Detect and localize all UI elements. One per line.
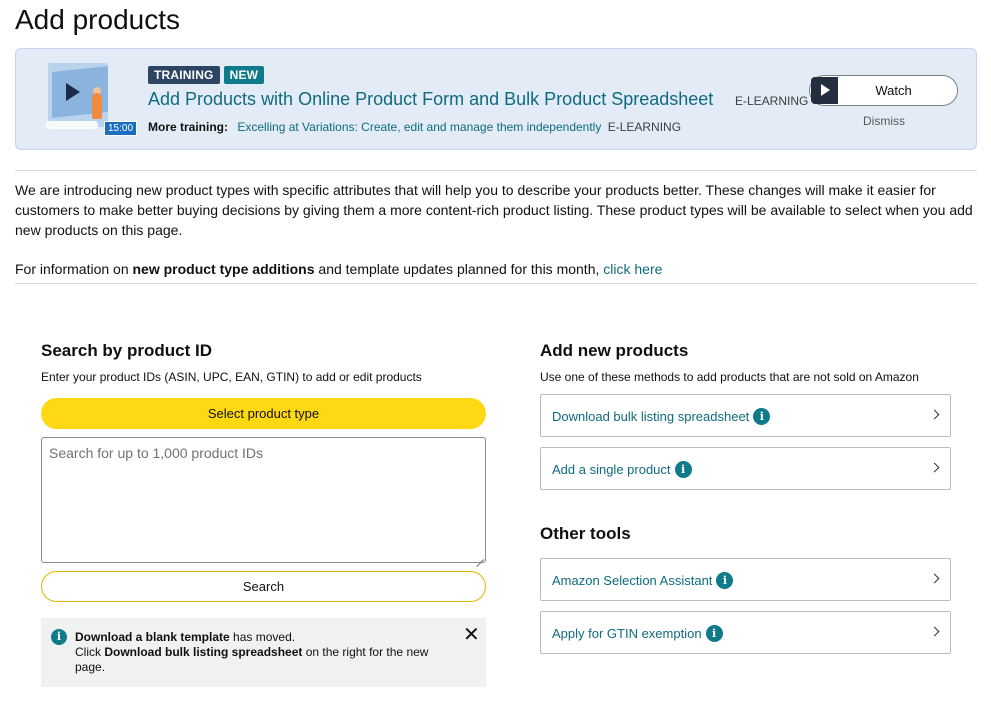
training-badge: TRAINING — [148, 66, 220, 84]
select-product-type-button[interactable]: Select product type — [41, 398, 486, 429]
download-bulk-spreadsheet-row[interactable]: Download bulk listing spreadsheet i — [540, 394, 951, 437]
info-icon: i — [51, 629, 67, 645]
other-tools-title: Other tools — [540, 524, 631, 543]
add-section-subtitle: Use one of these methods to add products… — [540, 370, 919, 384]
add-single-product-label: Add a single product — [552, 462, 671, 477]
more-training-tag: E-LEARNING — [607, 120, 682, 134]
divider — [15, 170, 977, 171]
search-section-subtitle: Enter your product IDs (ASIN, UPC, EAN, … — [41, 370, 422, 384]
search-button[interactable]: Search — [41, 571, 486, 602]
chevron-right-icon — [929, 626, 940, 637]
chevron-right-icon — [929, 573, 940, 584]
product-types-info: We are introducing new product types wit… — [15, 182, 973, 238]
watch-button[interactable]: Watch — [809, 75, 958, 106]
gtin-exemption-label: Apply for GTIN exemption — [552, 626, 702, 641]
more-training-link[interactable]: Excelling at Variations: Create, edit an… — [237, 120, 601, 134]
add-single-product-row[interactable]: Add a single product i — [540, 447, 951, 490]
info-icon[interactable]: i — [716, 572, 734, 589]
info-icon[interactable]: i — [705, 625, 723, 642]
click-here-link[interactable]: click here — [603, 261, 662, 277]
gtin-exemption-row[interactable]: Apply for GTIN exemption i — [540, 611, 951, 654]
new-badge: NEW — [223, 66, 265, 84]
training-type-tag: E-LEARNING — [735, 94, 809, 108]
video-duration: 15:00 — [104, 121, 138, 136]
add-section-title: Add new products — [540, 341, 689, 360]
training-title-link[interactable]: Add Products with Online Product Form an… — [148, 89, 713, 110]
badge-group: TRAINING NEW — [148, 66, 265, 84]
close-icon[interactable]: ✕ — [463, 625, 480, 645]
amazon-selection-assistant-row[interactable]: Amazon Selection Assistant i — [540, 558, 951, 601]
template-moved-notice: i Download a blank template has moved. C… — [41, 618, 486, 687]
presenter-illustration — [92, 93, 102, 119]
training-video-thumbnail[interactable]: 15:00 — [44, 59, 138, 137]
training-banner: 15:00 TRAINING NEW Add Products with Onl… — [15, 48, 977, 150]
play-icon — [811, 77, 838, 104]
notice-text: Download a blank template has moved. Cli… — [75, 630, 429, 674]
search-section-title: Search by product ID — [41, 341, 212, 360]
more-training-label: More training: — [148, 120, 228, 134]
chevron-right-icon — [929, 462, 940, 473]
product-type-updates-line: For information on new product type addi… — [15, 261, 663, 277]
page-title: Add products — [15, 4, 180, 35]
info-icon[interactable]: i — [674, 461, 692, 478]
resize-handle-icon[interactable] — [476, 552, 484, 560]
more-training-row: More training: Excelling at Variations: … — [148, 120, 681, 134]
play-icon — [66, 83, 80, 101]
info-icon[interactable]: i — [753, 408, 771, 425]
divider — [15, 283, 977, 284]
amazon-selection-assistant-label: Amazon Selection Assistant — [552, 573, 713, 588]
dismiss-link[interactable]: Dismiss — [863, 114, 905, 128]
download-bulk-spreadsheet-label: Download bulk listing spreadsheet — [552, 409, 750, 424]
product-id-search-input[interactable] — [41, 437, 486, 563]
chevron-right-icon — [929, 409, 940, 420]
